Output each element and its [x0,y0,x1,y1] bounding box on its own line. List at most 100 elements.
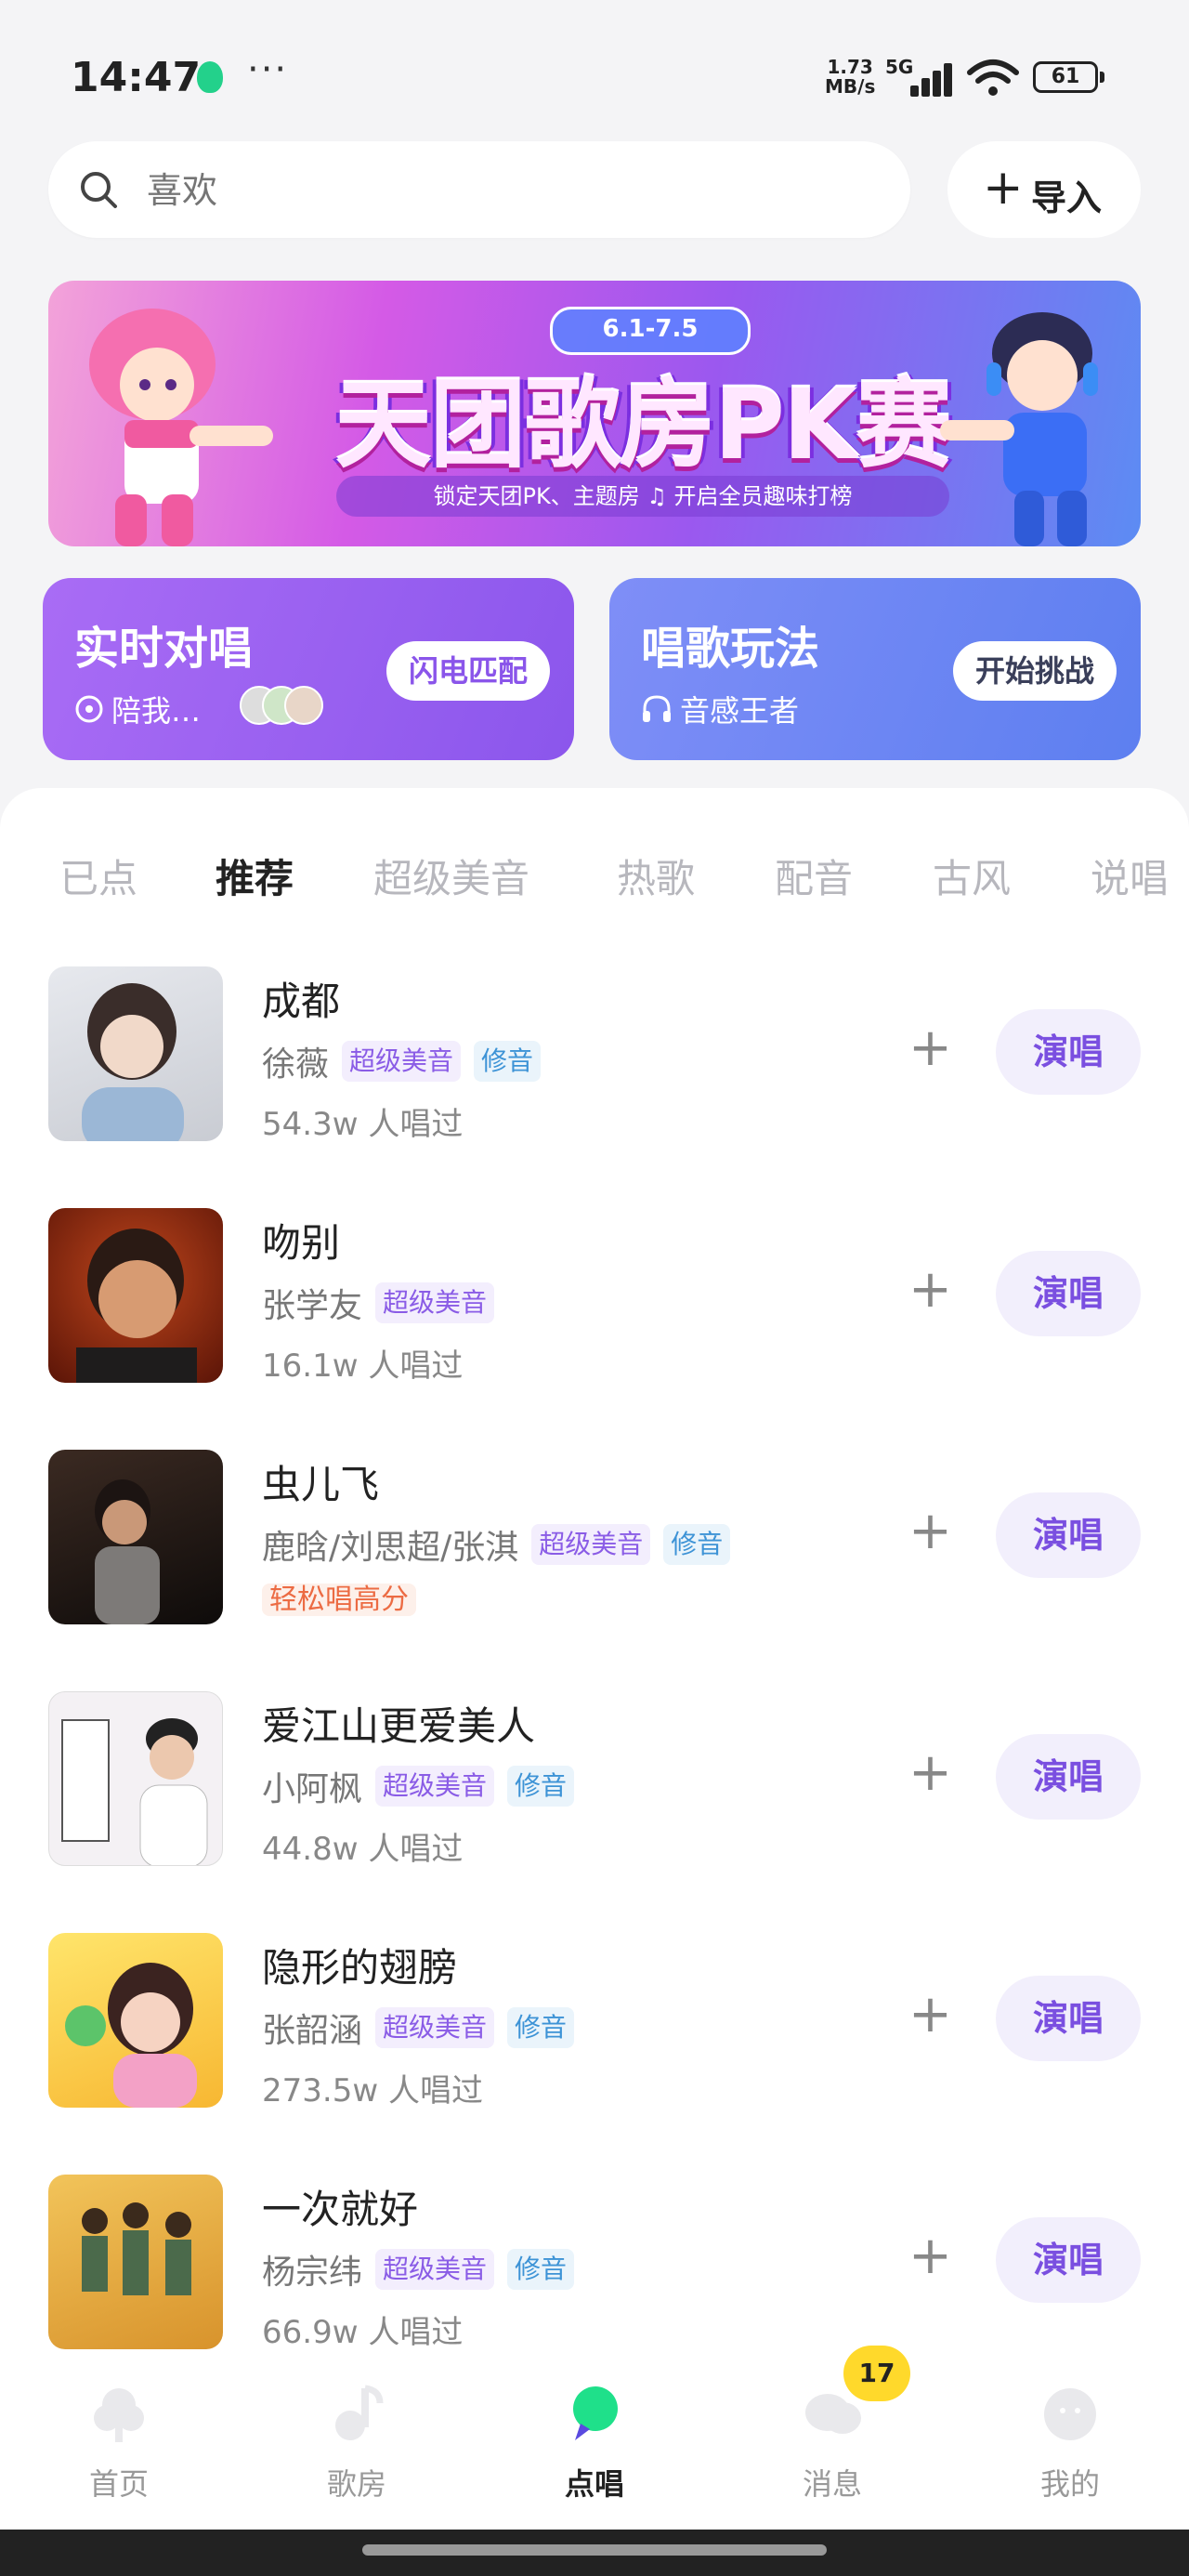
add-icon[interactable]: + [908,1262,952,1318]
profile-face-icon [1044,2388,1096,2440]
tab-label: 我的 [1039,2466,1100,2502]
song-artist: 张韶涵 [262,2012,363,2050]
tab-profile[interactable]: 我的 [996,2381,1144,2504]
matched-avatars [240,686,342,725]
sing-count: 16.1w 人唱过 [262,1347,464,1385]
search-bar[interactable] [48,141,910,238]
list-item[interactable]: 爱江山更爱美人 小阿枫 超级美音 修音 44.8w 人唱过 + 演唱 [0,1691,1189,1877]
home-indicator[interactable] [362,2544,827,2556]
tab-rap[interactable]: 说唱 [1091,848,1169,904]
pitch-correction-tag: 修音 [474,1041,542,1082]
banner-title: 天团歌房PK赛 [334,368,953,481]
sing-count: 54.3w 人唱过 [262,1106,464,1143]
cartoon-boy-illustration [940,312,1098,546]
super-voice-tag: 超级美音 [375,1282,495,1323]
tab-label: 首页 [88,2466,149,2502]
plus-icon: + [983,160,1024,216]
pitch-correction-tag: 修音 [507,2249,575,2290]
list-item[interactable]: 虫儿飞 鹿晗/刘思超/张淇 超级美音 修音 轻松唱高分 + 演唱 [0,1450,1189,1636]
super-voice-tag: 超级美音 [375,1766,495,1807]
promo-banner[interactable]: 6.1-7.5 天团歌房PK赛 锁定天团PK、主题房 ♫ 开启全员趣味打榜 [48,281,1141,546]
easy-score-tag-wrapper: 轻松唱高分 [262,1580,416,1621]
add-icon[interactable]: + [908,1745,952,1801]
song-title: 爱江山更爱美人 [262,1703,536,1749]
add-icon[interactable]: + [908,2228,952,2284]
song-title: 虫儿飞 [262,1462,380,1507]
card-subtitle: 陪我… [74,688,201,730]
card-title: 实时对唱 [74,623,254,675]
song-artist: 徐薇 [262,1045,330,1084]
realtime-duet-card[interactable]: 实时对唱 陪我… 闪电匹配 [43,578,574,760]
microphone-icon [573,2386,618,2440]
card-title: 唱歌玩法 [641,623,820,675]
tab-label: 消息 [802,2466,862,2502]
message-badge: 17 [843,2346,910,2401]
sing-button[interactable]: 演唱 [996,1976,1141,2061]
pitch-correction-tag: 修音 [507,1766,575,1807]
tab-hot-songs[interactable]: 热歌 [617,848,695,904]
sing-button[interactable]: 演唱 [996,1251,1141,1336]
song-artist: 张学友 [262,1287,363,1325]
network-speed-unit: MB/s [825,75,876,98]
music-note-icon [335,2385,384,2440]
headphones-icon [643,695,671,722]
song-cover [48,966,223,1141]
search-input[interactable] [145,162,873,219]
tab-dubbing[interactable]: 配音 [775,848,853,904]
tab-recommended[interactable]: 推荐 [216,848,294,904]
status-bar: 14:47 ··· 1.73 MB/s 5G 61 [0,0,1189,130]
sing-count: 66.9w 人唱过 [262,2314,464,2351]
more-notifications-icon: ··· [247,48,289,91]
tab-ancient-style[interactable]: 古风 [933,848,1011,904]
tab-home[interactable]: 首页 [45,2381,193,2504]
status-time: 14:47 [71,54,202,101]
singing-games-card[interactable]: 唱歌玩法 音感王者 开始挑战 [609,578,1141,760]
tab-label: 点唱 [564,2466,624,2502]
sing-button[interactable]: 演唱 [996,2217,1141,2303]
song-title: 一次就好 [262,2187,419,2232]
easy-score-tag: 轻松唱高分 [262,1584,416,1616]
song-cover [48,1208,223,1383]
list-item[interactable]: 吻别 张学友 超级美音 16.1w 人唱过 + 演唱 [0,1208,1189,1394]
list-item[interactable]: 隐形的翅膀 张韶涵 超级美音 修音 273.5w 人唱过 + 演唱 [0,1933,1189,2119]
add-icon[interactable]: + [908,1504,952,1559]
start-challenge-button[interactable]: 开始挑战 [952,641,1117,701]
tab-label: 歌房 [326,2466,386,2502]
import-button[interactable]: + 导入 [947,141,1141,238]
card-subtitle-text: 陪我… [111,693,202,729]
super-voice-tag: 超级美音 [375,2007,495,2048]
card-subtitle-text: 音感王者 [680,693,800,729]
tab-ordered[interactable]: 已点 [59,848,137,904]
super-voice-tag: 超级美音 [531,1524,651,1565]
search-icon [81,172,117,208]
add-icon[interactable]: + [908,1020,952,1076]
sing-button[interactable]: 演唱 [996,1009,1141,1095]
app-notification-icon [197,61,223,93]
song-title: 成都 [262,979,341,1024]
list-item[interactable]: 一次就好 杨宗纬 超级美音 修音 66.9w 人唱过 + 演唱 [0,2175,1189,2360]
card-subtitle: 音感王者 [641,688,799,730]
sing-button[interactable]: 演唱 [996,1734,1141,1820]
song-cover [48,1450,223,1624]
network-speed: 1.73 MB/s [825,58,875,97]
add-icon[interactable]: + [908,1987,952,2043]
song-title: 隐形的翅膀 [262,1945,458,1991]
flash-match-button[interactable]: 闪电匹配 [385,641,550,701]
sing-button[interactable]: 演唱 [996,1492,1141,1578]
song-artist: 小阿枫 [262,1770,363,1808]
tab-rooms[interactable]: 歌房 [282,2381,431,2504]
banner-subtitle: 锁定天团PK、主题房 ♫ 开启全员趣味打榜 [336,476,949,517]
network-speed-value: 1.73 [827,56,873,78]
tab-sing[interactable]: 点唱 [520,2381,669,2504]
tab-super-voice[interactable]: 超级美音 [373,848,529,904]
home-tree-icon [94,2388,144,2442]
song-title: 吻别 [262,1220,341,1266]
bottom-tab-bar: 首页 歌房 点唱 消息 我的 [0,2362,1189,2548]
list-item[interactable]: 成都 徐薇 超级美音 修音 54.3w 人唱过 + 演唱 [0,966,1189,1152]
wifi-icon [967,59,1019,96]
disc-icon [75,695,103,723]
pitch-correction-tag: 修音 [663,1524,731,1565]
song-cover [48,1933,223,2108]
sing-count: 273.5w 人唱过 [262,2072,483,2109]
battery-indicator: 61 [1033,61,1104,93]
